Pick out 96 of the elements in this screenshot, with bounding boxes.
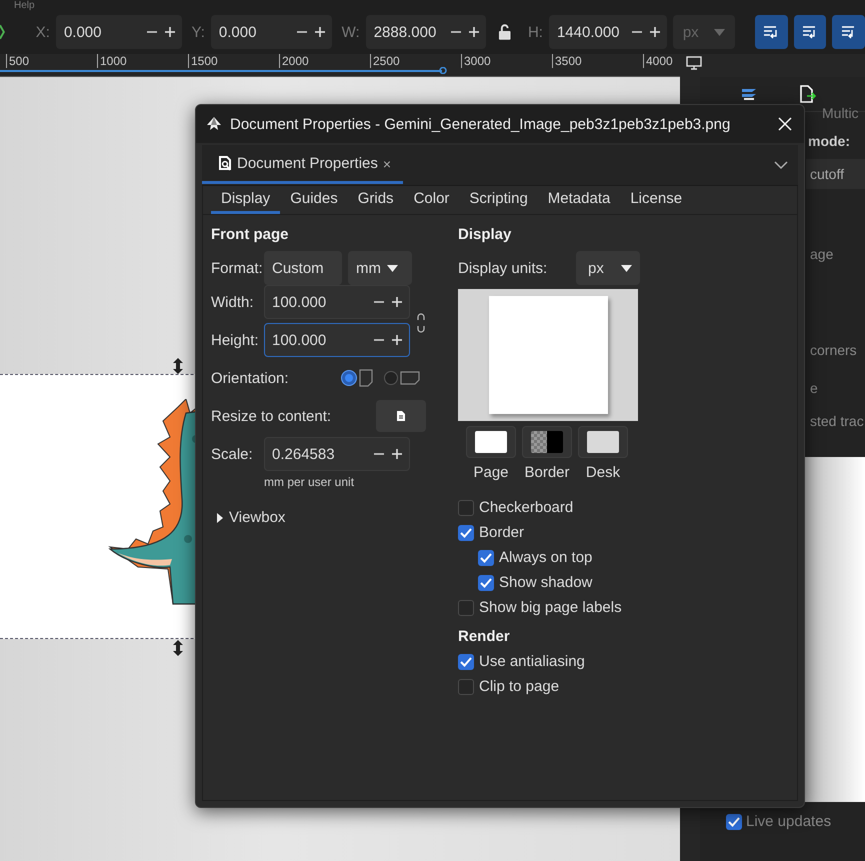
panel-tab[interactable]: Multic: [822, 105, 859, 121]
resize-to-content-button[interactable]: [376, 400, 426, 432]
document-export-icon[interactable]: [798, 85, 816, 103]
plus-icon[interactable]: [648, 26, 661, 38]
field-label: Width:: [211, 294, 255, 310]
checkbox[interactable]: [458, 678, 474, 694]
caret-down-icon: [387, 264, 398, 272]
close-icon[interactable]: [778, 117, 792, 131]
number-field[interactable]: 0.000: [56, 15, 182, 49]
tab[interactable]: Scripting: [459, 186, 538, 214]
checkbox[interactable]: [478, 550, 494, 566]
mode-dropdown[interactable]: cutoff: [806, 159, 865, 189]
checkbox[interactable]: [458, 600, 474, 616]
color-button[interactable]: [522, 426, 572, 458]
checkbox-label: Live updates: [746, 813, 832, 830]
color-label: Page: [473, 464, 509, 481]
color-label: Desk: [586, 464, 620, 481]
window-title: Document Properties - Gemini_Generated_Image_peb3z1peb3z1peb3.png: [230, 116, 732, 132]
chain-link-icon[interactable]: [417, 312, 425, 334]
node-icon[interactable]: [0, 23, 6, 41]
field-label: W:: [342, 24, 360, 40]
field-label: Format:: [211, 260, 260, 276]
plus-icon[interactable]: [391, 448, 403, 460]
expander-triangle-icon: [217, 512, 223, 522]
checkbox[interactable]: [478, 574, 494, 590]
radio-button[interactable]: [384, 371, 398, 385]
number-field[interactable]: 0.000: [210, 15, 332, 49]
portrait-page-icon: [358, 369, 374, 387]
field-label: Height:: [211, 332, 260, 348]
option-label: age: [810, 246, 834, 262]
plus-icon[interactable]: [314, 26, 326, 38]
radio-button[interactable]: [342, 371, 356, 385]
section-heading: Render: [458, 627, 511, 647]
color-button[interactable]: [578, 426, 628, 458]
tab[interactable]: Guides: [280, 186, 348, 214]
plus-icon[interactable]: [164, 26, 176, 38]
number-field[interactable]: 1440.000: [548, 15, 667, 49]
transform-button[interactable]: [832, 15, 865, 49]
checkbox-label: Use antialiasing: [479, 653, 585, 670]
resize-arrow-icon[interactable]: [172, 358, 184, 374]
checkbox-label: Show shadow: [499, 574, 592, 591]
checkbox-label: Show big page labels: [479, 599, 622, 616]
plus-icon[interactable]: [391, 334, 403, 346]
field-label: Orientation:: [211, 370, 290, 386]
checkbox-label: Always on top: [499, 549, 592, 566]
color-label: Border: [524, 464, 570, 481]
checkbox[interactable]: [458, 524, 474, 540]
viewbox-expander[interactable]: Viewbox: [211, 509, 286, 526]
field-label: X:: [36, 24, 50, 40]
tab[interactable]: Metadata: [538, 186, 620, 214]
resize-arrow-icon[interactable]: [172, 640, 184, 656]
number-field[interactable]: 0.264583: [264, 437, 410, 471]
field-label: Resize to content:: [211, 408, 332, 424]
unit-dropdown[interactable]: px: [576, 251, 640, 285]
number-field[interactable]: 100.000: [264, 323, 410, 357]
tab[interactable]: Color: [404, 186, 460, 214]
section-heading: mode:: [808, 133, 850, 149]
page-icon: [395, 410, 407, 422]
chevron-down-icon[interactable]: [774, 160, 788, 170]
transform-button[interactable]: [754, 15, 788, 49]
section-heading: Front page: [211, 225, 290, 245]
number-field[interactable]: 2888.000: [366, 15, 486, 49]
checkbox-label: Checkerboard: [479, 499, 574, 516]
checkbox[interactable]: [726, 814, 742, 830]
plus-icon[interactable]: [468, 26, 480, 38]
checkbox[interactable]: [458, 500, 474, 516]
caret-down-icon: [714, 28, 726, 36]
field-label: Y:: [192, 24, 205, 40]
format-dropdown[interactable]: Custom: [264, 251, 342, 285]
option-label: corners: [810, 342, 857, 358]
app-logo-icon: [206, 116, 222, 132]
field-label: Display units:: [458, 260, 548, 276]
menu-item[interactable]: Help: [14, 0, 35, 12]
layers-icon[interactable]: [740, 86, 758, 102]
number-field[interactable]: 100.000: [264, 285, 410, 319]
color-button[interactable]: [466, 426, 516, 458]
unit-note: mm per user unit: [264, 475, 356, 489]
field-label: Scale:: [211, 446, 254, 462]
landscape-page-icon: [400, 370, 420, 386]
unlock-icon[interactable]: [498, 24, 512, 40]
checkbox-label: Border: [479, 524, 524, 541]
checkbox-label: Clip to page: [479, 678, 560, 695]
checkbox[interactable]: [458, 654, 474, 670]
tab[interactable]: Display: [211, 186, 280, 214]
field-label: H:: [528, 24, 543, 40]
tab[interactable]: Grids: [348, 186, 404, 214]
option-label: sted trac: [810, 413, 864, 429]
document-icon: [218, 156, 232, 171]
monitor-icon[interactable]: [686, 56, 702, 70]
caret-down-icon: [621, 264, 632, 272]
plus-icon[interactable]: [391, 296, 403, 308]
option-label: e: [810, 380, 818, 396]
tab[interactable]: License: [620, 186, 692, 214]
unit-dropdown[interactable]: mm: [348, 251, 412, 285]
transform-button[interactable]: [794, 15, 826, 49]
section-heading: Display: [458, 225, 512, 245]
